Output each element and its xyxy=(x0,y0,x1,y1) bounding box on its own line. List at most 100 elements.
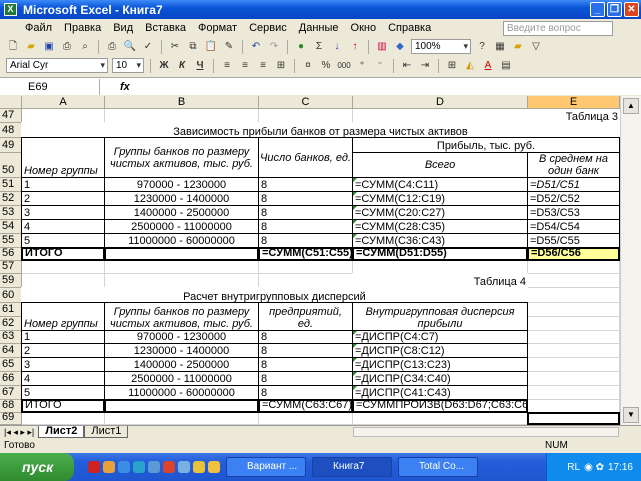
sort-desc-icon[interactable]: ↑ xyxy=(348,40,362,54)
cell-range[interactable]: 1400000 - 2500000 xyxy=(104,205,259,220)
cell-range[interactable]: 11000000 - 60000000 xyxy=(104,385,259,400)
cell-sum-average[interactable]: =D56/C56 xyxy=(527,247,620,261)
font-select[interactable]: Arial Cyr xyxy=(6,58,108,73)
permission-icon[interactable]: ⎙ xyxy=(60,40,74,54)
quick-launch-icon[interactable] xyxy=(103,461,115,473)
format-painter-icon[interactable]: ✎ xyxy=(222,40,236,54)
tab-sheet2[interactable]: Лист2 xyxy=(38,426,85,438)
drawing-icon[interactable]: ◆ xyxy=(393,40,407,54)
row-header[interactable]: 60 xyxy=(0,288,22,303)
menu-file[interactable]: Файл xyxy=(24,22,53,34)
scroll-up-icon[interactable]: ▲ xyxy=(623,98,639,114)
quick-launch-icon[interactable] xyxy=(178,461,190,473)
header-average[interactable]: В среднем на один банк xyxy=(527,152,620,178)
row-header[interactable]: 64 xyxy=(0,344,22,358)
task-excel[interactable]: Книга7 xyxy=(312,457,392,477)
cell-average-formula[interactable]: =D55/C55 xyxy=(527,233,620,248)
row-header[interactable]: 62 xyxy=(0,317,22,331)
autosum-icon[interactable]: Σ xyxy=(312,40,326,54)
cell-dispersion-formula[interactable]: =ДИСПР(C4:C7) xyxy=(352,330,528,344)
row-header[interactable]: 49 xyxy=(0,138,22,153)
new-icon[interactable]: 🗋 xyxy=(6,40,20,54)
cell-group-number[interactable]: 3 xyxy=(21,357,105,372)
search-icon[interactable]: ⌕ xyxy=(78,40,92,54)
header-range[interactable]: Группы банков по размеру чистых активов,… xyxy=(104,302,259,331)
column-header-a[interactable]: A xyxy=(22,96,105,109)
options-icon[interactable]: ▤ xyxy=(499,59,513,73)
cell-grid[interactable]: 47 48 49 50 51 52 53 54 55 56 57 59 60 61 62 63 64 65 66 67… xyxy=(0,108,620,425)
align-left-icon[interactable]: ≡ xyxy=(220,59,234,73)
menu-view[interactable]: Вид xyxy=(112,22,134,34)
column-header-b[interactable]: B xyxy=(105,96,259,109)
column-header-d[interactable]: D xyxy=(353,96,528,109)
restore-button[interactable]: ❐ xyxy=(607,2,622,17)
selected-cell-e69[interactable] xyxy=(527,412,620,425)
row-header[interactable]: 52 xyxy=(0,192,22,206)
print-icon[interactable]: ⎙ xyxy=(105,40,119,54)
row-header[interactable]: 54 xyxy=(0,220,22,234)
cell-count[interactable]: 8 xyxy=(258,385,353,400)
cell-dispersion-formula[interactable]: =ДИСПР(C34:C40) xyxy=(352,371,528,386)
undo-icon[interactable]: ↶ xyxy=(249,40,263,54)
italic-button[interactable]: К xyxy=(175,59,189,73)
task-word[interactable]: Вариант ... xyxy=(226,457,306,477)
cell-sum-count[interactable]: =СУММ(C51:C55) xyxy=(258,247,353,261)
cell-range[interactable]: 11000000 - 60000000 xyxy=(104,233,259,248)
chart-wizard-icon[interactable]: ▥ xyxy=(375,40,389,54)
horizontal-scrollbar[interactable] xyxy=(353,427,619,437)
cell-total-formula[interactable]: =СУММ(C12:C19) xyxy=(352,191,528,206)
menu-help[interactable]: Справка xyxy=(387,22,432,34)
row-header[interactable]: 59 xyxy=(0,274,22,288)
cell-count[interactable]: 8 xyxy=(258,357,353,372)
decrease-decimal-icon[interactable]: ⁻ xyxy=(373,59,387,73)
cell-average-formula[interactable]: =D52/C52 xyxy=(527,191,620,206)
spelling-icon[interactable]: ✓ xyxy=(141,40,155,54)
cell-group-number[interactable]: 1 xyxy=(21,330,105,344)
select-all-corner[interactable] xyxy=(0,96,22,109)
menu-insert[interactable]: Вставка xyxy=(144,22,187,34)
menu-window[interactable]: Окно xyxy=(350,22,378,34)
cell-range[interactable]: 1230000 - 1400000 xyxy=(104,191,259,206)
cell-group-number[interactable]: 4 xyxy=(21,371,105,386)
quick-launch-icon[interactable] xyxy=(208,461,220,473)
table3-label[interactable]: Таблица 3 xyxy=(527,108,620,123)
cell-group-number[interactable]: 3 xyxy=(21,205,105,220)
row-header[interactable]: 50 xyxy=(0,153,22,178)
close-button[interactable]: ✕ xyxy=(624,2,639,17)
cut-icon[interactable]: ✂ xyxy=(168,40,182,54)
cell-dispersion-formula[interactable]: =ДИСПР(C13:C23) xyxy=(352,357,528,372)
zoom-select[interactable]: 100% xyxy=(411,39,471,54)
fill-color-icon[interactable]: ◭ xyxy=(463,59,477,73)
task-total-commander[interactable]: Total Co... xyxy=(398,457,478,477)
quick-launch-icon[interactable] xyxy=(118,461,130,473)
borders-icon[interactable]: ⊞ xyxy=(445,59,459,73)
quick-launch-icon[interactable] xyxy=(88,461,100,473)
cell-sum-total[interactable]: =СУММ(D51:D55) xyxy=(352,247,528,261)
cell-range[interactable]: 970000 - 1230000 xyxy=(104,177,259,192)
cell-group-number[interactable]: 2 xyxy=(21,191,105,206)
cell-count[interactable]: 8 xyxy=(258,219,353,234)
cell-group-number[interactable]: 2 xyxy=(21,343,105,358)
increase-indent-icon[interactable]: ⇥ xyxy=(418,59,432,73)
underline-button[interactable]: Ч xyxy=(193,59,207,73)
menu-data[interactable]: Данные xyxy=(298,22,340,34)
tab-nav-icons[interactable]: |◂ ◂ ▸ ▸| xyxy=(0,427,38,438)
cell-sum-count[interactable]: =СУММ(C63:C67) xyxy=(258,399,353,413)
header-group-number[interactable]: Номер группы xyxy=(21,137,105,178)
table3-title[interactable]: Зависимость прибыли банков от размера чи… xyxy=(21,122,620,138)
copy-icon[interactable]: ⧉ xyxy=(186,40,200,54)
cell-total-formula[interactable]: =СУММ(C28:C35) xyxy=(352,219,528,234)
decrease-indent-icon[interactable]: ⇤ xyxy=(400,59,414,73)
cell-count[interactable]: 8 xyxy=(258,177,353,192)
row-header[interactable]: 53 xyxy=(0,206,22,220)
header-range[interactable]: Группы банков по размеру чистых активов,… xyxy=(104,137,259,178)
cell-count[interactable]: 8 xyxy=(258,191,353,206)
row-header[interactable]: 65 xyxy=(0,358,22,372)
column-header-c[interactable]: C xyxy=(259,96,353,109)
cell-range[interactable]: 970000 - 1230000 xyxy=(104,330,259,344)
cell-group-number[interactable]: 5 xyxy=(21,233,105,248)
align-center-icon[interactable]: ≡ xyxy=(238,59,252,73)
help-icon[interactable]: ? xyxy=(475,40,489,54)
cell-range[interactable]: 1230000 - 1400000 xyxy=(104,343,259,358)
cell-count[interactable]: 8 xyxy=(258,205,353,220)
